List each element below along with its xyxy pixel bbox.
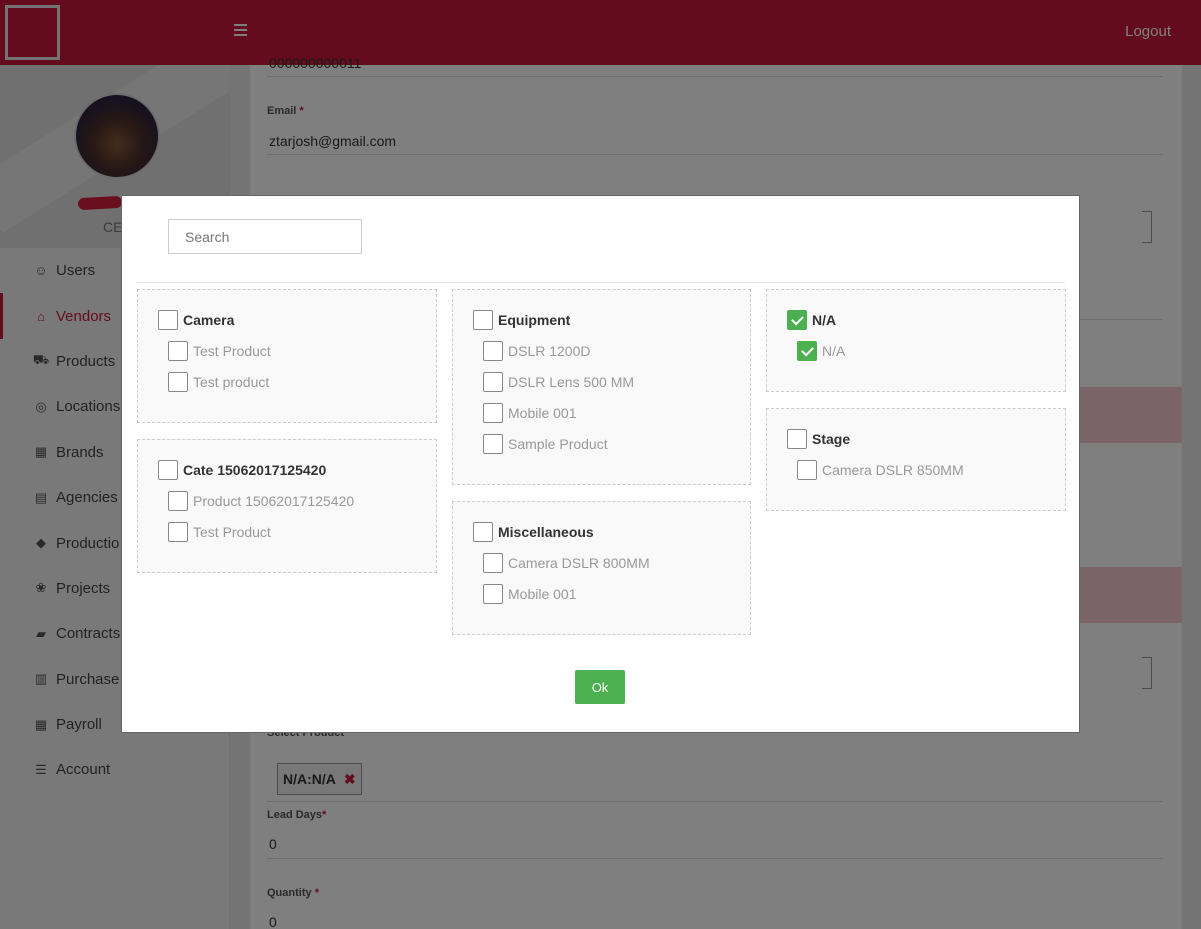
product-label: DSLR Lens 500 MM [508, 374, 635, 390]
category-checkbox[interactable] [158, 310, 178, 330]
category-group: Miscellaneous Camera DSLR 800MM Mobile 001 [452, 501, 751, 635]
product-label: Camera DSLR 850MM [822, 462, 964, 478]
search-input[interactable] [168, 219, 362, 254]
category-group: Camera Test Product Test product [137, 289, 437, 423]
product-label: N/A [822, 343, 846, 359]
ok-button[interactable]: Ok [575, 670, 625, 704]
product-label: Sample Product [508, 436, 608, 452]
category-group: Equipment DSLR 1200D DSLR Lens 500 MM Mobil… [452, 289, 751, 485]
product-select-modal: Camera Test Product Test product Cate 15062… [121, 195, 1080, 733]
category-label: N/A [812, 312, 837, 328]
product-label: Test Product [193, 524, 271, 540]
product-checkbox[interactable] [797, 460, 817, 480]
category-label: Miscellaneous [498, 524, 594, 540]
category-checkbox-row[interactable]: Camera [158, 310, 234, 330]
product-checkbox-row[interactable]: N/A [797, 341, 845, 361]
product-checkbox[interactable] [168, 522, 188, 542]
product-checkbox[interactable] [168, 372, 188, 392]
category-checkbox[interactable] [158, 460, 178, 480]
product-checkbox[interactable] [483, 403, 503, 423]
category-group: Cate 15062017125420 Product 1506201712542… [137, 439, 437, 573]
product-checkbox-row[interactable]: Mobile 001 [483, 403, 577, 423]
product-label: Product 15062017125420 [193, 493, 355, 509]
product-label: Test Product [193, 343, 271, 359]
product-checkbox-row[interactable]: Camera DSLR 800MM [483, 553, 650, 573]
category-checkbox[interactable] [787, 429, 807, 449]
product-checkbox-row[interactable]: Product 15062017125420 [168, 491, 354, 511]
category-label: Stage [812, 431, 851, 447]
product-checkbox-row[interactable]: Mobile 001 [483, 584, 577, 604]
category-checkbox[interactable] [473, 522, 493, 542]
category-checkbox-row[interactable]: Miscellaneous [473, 522, 594, 542]
category-checkbox-row[interactable]: Cate 15062017125420 [158, 460, 326, 480]
product-checkbox-row[interactable]: DSLR Lens 500 MM [483, 372, 634, 392]
product-checkbox[interactable] [483, 434, 503, 454]
product-label: Mobile 001 [508, 405, 577, 421]
product-checkbox-row[interactable]: Test product [168, 372, 269, 392]
category-checkbox-row[interactable]: Stage [787, 429, 850, 449]
category-checkbox-row[interactable]: Equipment [473, 310, 570, 330]
product-label: DSLR 1200D [508, 343, 591, 359]
product-checkbox[interactable] [483, 372, 503, 392]
category-label: Cate 15062017125420 [183, 462, 327, 478]
product-checkbox[interactable] [483, 341, 503, 361]
product-checkbox[interactable] [483, 584, 503, 604]
product-checkbox[interactable] [168, 341, 188, 361]
divider [137, 282, 1065, 283]
category-group: Stage Camera DSLR 850MM [766, 408, 1066, 511]
category-label: Camera [183, 312, 235, 328]
product-label: Camera DSLR 800MM [508, 555, 650, 571]
category-label: Equipment [498, 312, 571, 328]
product-label: Test product [193, 374, 270, 390]
product-checkbox[interactable] [483, 553, 503, 573]
product-checkbox-row[interactable]: DSLR 1200D [483, 341, 591, 361]
product-label: Mobile 001 [508, 586, 577, 602]
product-checkbox-row[interactable]: Camera DSLR 850MM [797, 460, 964, 480]
category-checkbox-row[interactable]: N/A [787, 310, 836, 330]
category-group: N/A N/A [766, 289, 1066, 392]
product-checkbox-row[interactable]: Test Product [168, 341, 271, 361]
product-checkbox-row[interactable]: Test Product [168, 522, 271, 542]
category-checkbox[interactable] [787, 310, 807, 330]
product-checkbox[interactable] [797, 341, 817, 361]
product-checkbox-row[interactable]: Sample Product [483, 434, 608, 454]
category-checkbox[interactable] [473, 310, 493, 330]
product-checkbox[interactable] [168, 491, 188, 511]
